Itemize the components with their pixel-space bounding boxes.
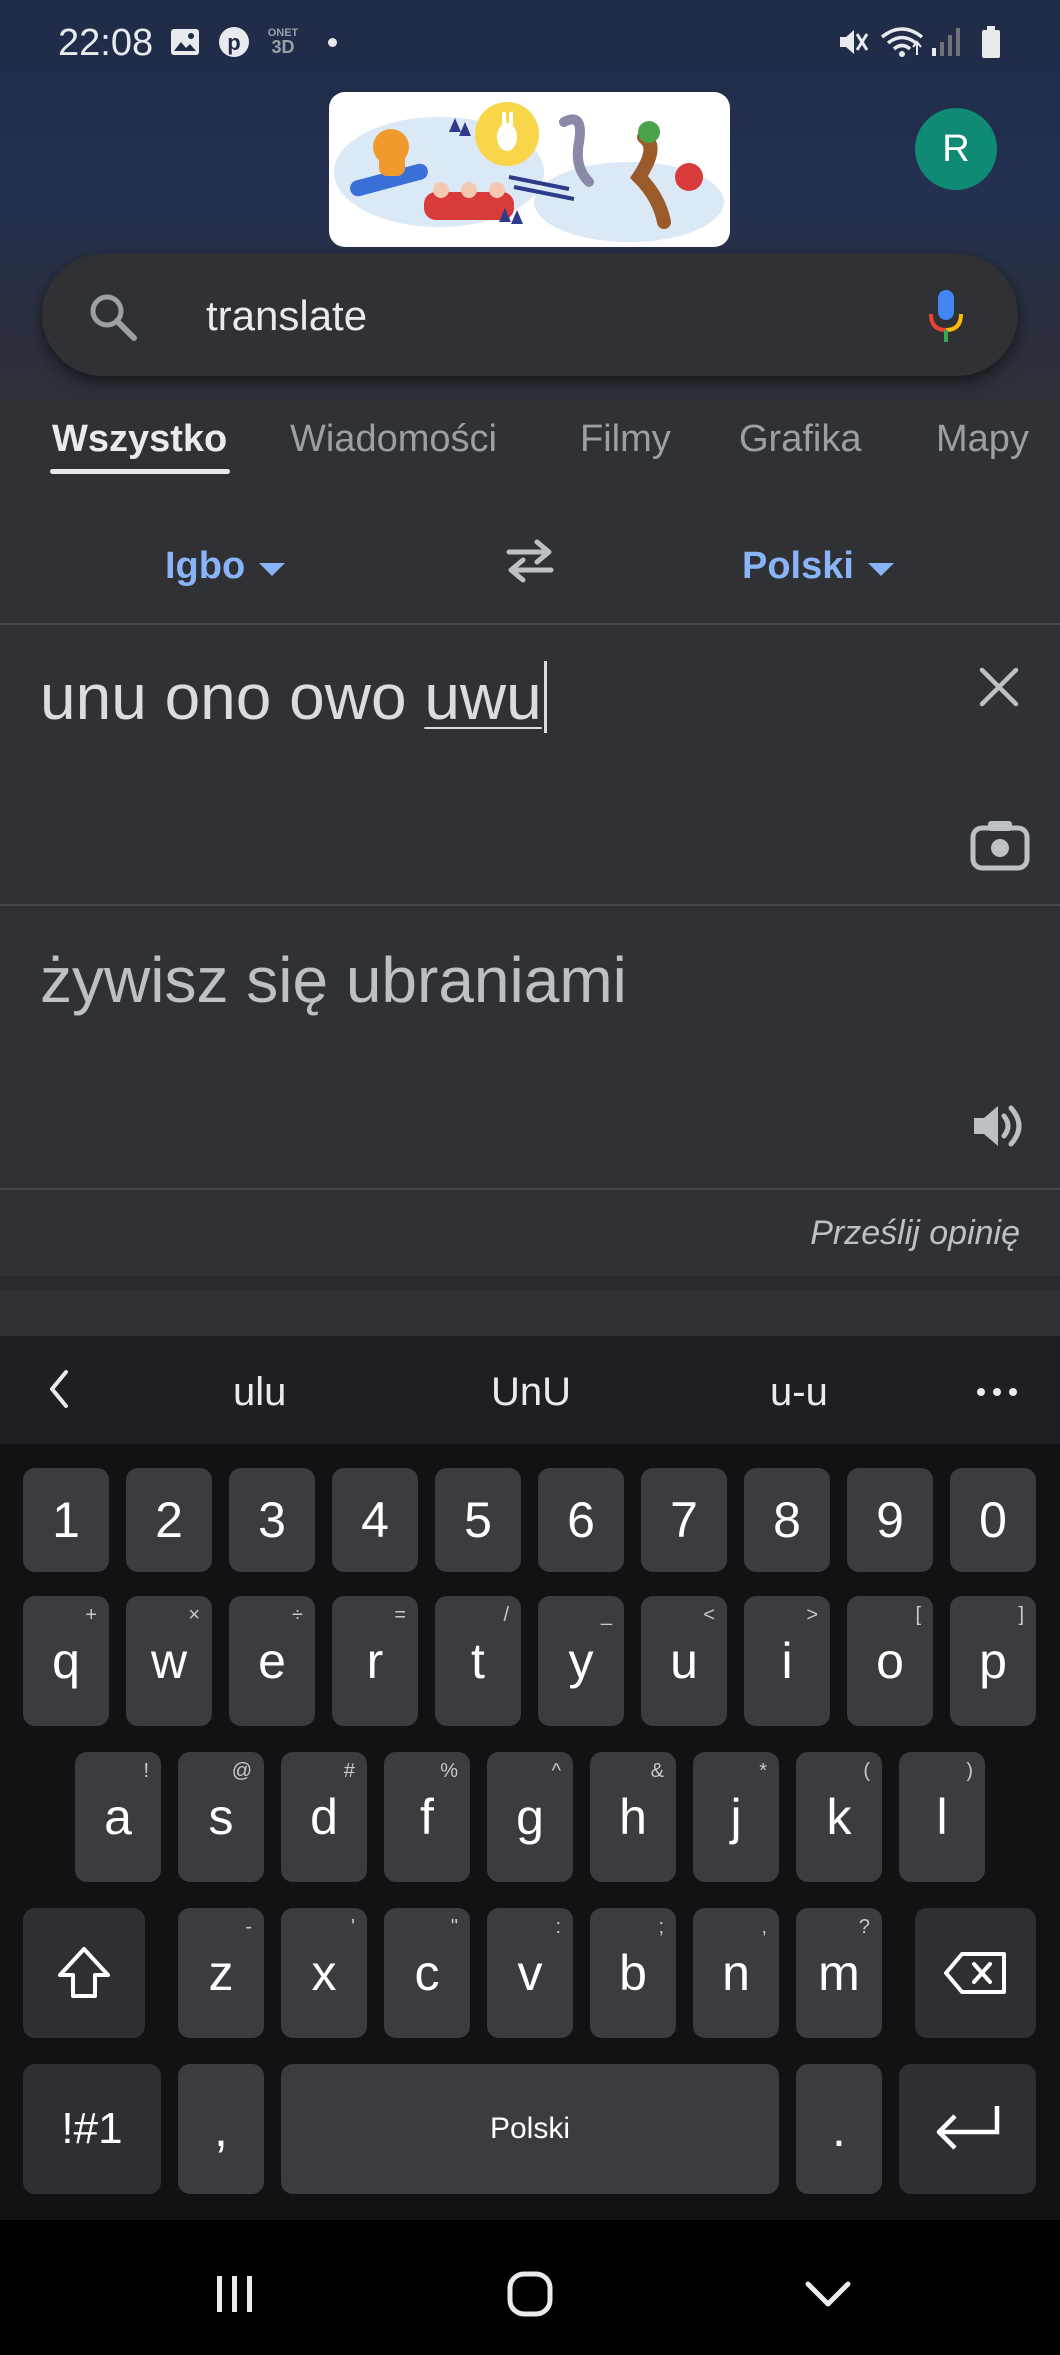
key-f[interactable]: % f: [384, 1752, 470, 1882]
home-icon[interactable]: [506, 2270, 554, 2323]
send-feedback-link[interactable]: Prześlij opinię: [810, 1214, 1020, 1253]
tab-all[interactable]: Wszystko: [52, 418, 227, 461]
section-separator: [0, 1276, 1060, 1290]
close-icon[interactable]: [976, 664, 1022, 715]
dot-icon: [328, 38, 337, 47]
key-v[interactable]: :v: [487, 1908, 573, 2038]
mute-icon: [836, 26, 870, 58]
key-b[interactable]: ; b: [590, 1908, 676, 2038]
key-g[interactable]: ^ g: [487, 1752, 573, 1882]
key-d[interactable]: # d: [281, 1752, 367, 1882]
key-h[interactable]: & h: [590, 1752, 676, 1882]
suggestion-2[interactable]: UnU: [491, 1370, 571, 1415]
status-time: 22:08: [58, 22, 154, 64]
key-7[interactable]: 7: [641, 1468, 727, 1572]
space-key[interactable]: Polski: [281, 2064, 779, 2194]
backspace-icon: [943, 1952, 1006, 1994]
svg-text:p: p: [227, 30, 240, 55]
key-9[interactable]: 9: [847, 1468, 933, 1572]
comma-key[interactable]: ,: [178, 2064, 264, 2194]
source-text-input[interactable]: unu ono owo uwu: [40, 660, 547, 734]
chevron-down-icon: [259, 563, 286, 576]
target-language-select[interactable]: Polski: [742, 545, 894, 588]
divider: [0, 904, 1060, 906]
key-j[interactable]: * j: [693, 1752, 779, 1882]
recent-apps-icon[interactable]: [213, 2272, 257, 2321]
key-l[interactable]: ) l: [899, 1752, 985, 1882]
key-x[interactable]: ' x: [281, 1908, 367, 2038]
active-tab-indicator: [50, 469, 230, 474]
google-doodle[interactable]: [329, 92, 730, 247]
key-a[interactable]: ! a: [75, 1752, 161, 1882]
translation-output: żywisz się ubraniami: [40, 944, 627, 1016]
key-6[interactable]: 6: [538, 1468, 624, 1572]
suggestion-1[interactable]: ulu: [233, 1370, 286, 1415]
source-language-label: Igbo: [165, 545, 246, 587]
tab-news[interactable]: Wiadomości: [290, 418, 497, 461]
tab-maps[interactable]: Mapy: [936, 418, 1036, 461]
key-0[interactable]: 0: [950, 1468, 1036, 1572]
key-o[interactable]: [o: [847, 1596, 933, 1726]
source-language-select[interactable]: Igbo: [165, 545, 286, 588]
key-k[interactable]: (k: [796, 1752, 882, 1882]
onet-icon: ONET 3D: [267, 27, 299, 57]
key-m[interactable]: ? m: [796, 1908, 882, 2038]
back-icon[interactable]: [804, 2276, 852, 2315]
target-language-label: Polski: [742, 545, 854, 587]
key-z[interactable]: -z: [178, 1908, 264, 2038]
camera-icon[interactable]: [970, 818, 1030, 877]
key-i[interactable]: > i: [744, 1596, 830, 1726]
key-r[interactable]: = r: [332, 1596, 418, 1726]
key-1[interactable]: 1: [23, 1468, 109, 1572]
account-avatar[interactable]: R: [915, 108, 997, 190]
enter-icon: [936, 2106, 999, 2150]
battery-icon: [980, 26, 1002, 58]
speaker-icon[interactable]: [970, 1098, 1028, 1159]
key-y[interactable]: _ y: [538, 1596, 624, 1726]
enter-key[interactable]: [899, 2064, 1036, 2194]
key-8[interactable]: 8: [744, 1468, 830, 1572]
chevron-left-icon[interactable]: [44, 1366, 74, 1417]
key-e[interactable]: ÷ e: [229, 1596, 315, 1726]
key-3[interactable]: 3: [229, 1468, 315, 1572]
shift-key[interactable]: [23, 1908, 145, 2038]
period-key[interactable]: .: [796, 2064, 882, 2194]
key-n[interactable]: ,n: [693, 1908, 779, 2038]
swap-languages-icon[interactable]: [503, 538, 557, 589]
key-p[interactable]: ] p: [950, 1596, 1036, 1726]
wifi-icon: [880, 26, 924, 58]
key-c[interactable]: " c: [384, 1908, 470, 2038]
symbols-key[interactable]: !#1: [23, 2064, 161, 2194]
tab-videos[interactable]: Filmy: [580, 418, 671, 461]
divider: [0, 1188, 1060, 1190]
key-q[interactable]: + q: [23, 1596, 109, 1726]
suggestion-3[interactable]: u-u: [770, 1370, 828, 1415]
search-input[interactable]: translate: [206, 292, 367, 340]
key-s[interactable]: @ s: [178, 1752, 264, 1882]
composing-word: uwu: [424, 661, 547, 733]
chevron-down-icon: [867, 563, 894, 576]
key-u[interactable]: < u: [641, 1596, 727, 1726]
key-t[interactable]: / t: [435, 1596, 521, 1726]
pinterest-icon: p: [218, 26, 250, 58]
microphone-icon[interactable]: [926, 288, 966, 349]
gallery-icon: [170, 26, 200, 58]
search-bar[interactable]: [42, 254, 1018, 376]
key-w[interactable]: × w: [126, 1596, 212, 1726]
key-4[interactable]: 4: [332, 1468, 418, 1572]
more-options-icon[interactable]: [975, 1385, 1019, 1403]
divider: [0, 623, 1060, 625]
shift-icon: [58, 1947, 110, 1998]
search-icon: [86, 290, 140, 349]
signal-icon: [930, 26, 962, 58]
key-5[interactable]: 5: [435, 1468, 521, 1572]
tab-images[interactable]: Grafika: [739, 418, 861, 461]
key-2[interactable]: 2: [126, 1468, 212, 1572]
backspace-key[interactable]: [915, 1908, 1036, 2038]
